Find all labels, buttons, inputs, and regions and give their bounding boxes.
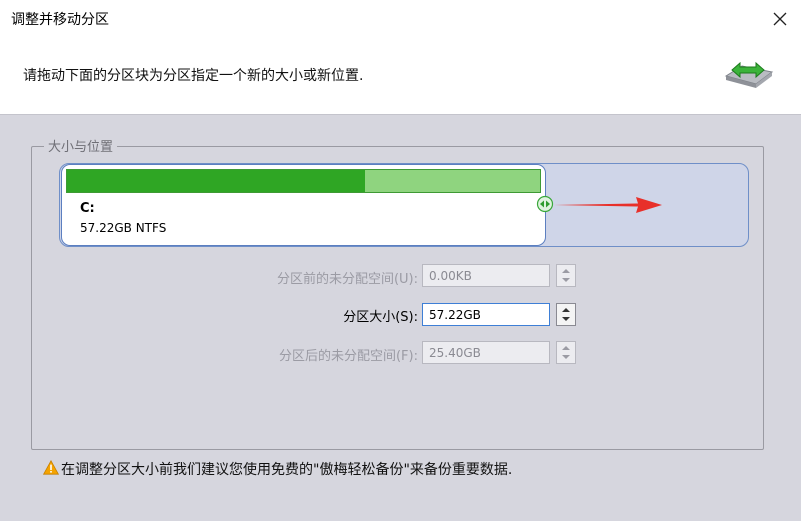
unallocated-after-spinner [556, 341, 576, 364]
unallocated-before-label: 分区前的未分配空间(U): [276, 272, 418, 287]
unallocated-after-input [422, 341, 550, 364]
usage-bar-used [67, 170, 365, 192]
spin-up-icon [562, 346, 570, 350]
close-button[interactable] [759, 0, 801, 38]
spin-down-icon [562, 278, 570, 282]
spin-up-icon [562, 269, 570, 273]
close-icon [773, 12, 787, 26]
group-legend: 大小与位置 [44, 136, 118, 155]
partition-size-label: 分区大小(S): [343, 310, 418, 325]
instruction-header: 请拖动下面的分区块为分区指定一个新的大小或新位置. [0, 38, 801, 115]
spin-down-icon[interactable] [562, 317, 570, 321]
unallocated-before-spinner [556, 264, 576, 287]
resize-move-icon [724, 61, 774, 88]
partition-letter: C: [80, 201, 95, 216]
partition-size-input[interactable] [422, 303, 550, 326]
spin-down-icon [562, 355, 570, 359]
spin-up-icon[interactable] [562, 308, 570, 312]
warning-icon [43, 460, 59, 475]
unallocated-before-input [422, 264, 550, 287]
backup-warning-text: 在调整分区大小前我们建议您使用免费的"傲梅轻松备份"来备份重要数据. [61, 462, 513, 478]
drag-direction-arrow-icon [554, 197, 662, 213]
partition-usage-bar [66, 169, 541, 193]
title-bar: 调整并移动分区 [0, 0, 801, 38]
window-title: 调整并移动分区 [11, 12, 109, 28]
resize-move-partition-dialog: 调整并移动分区 请拖动下面的分区块为分区指定一个新的大小或新位置. 大小与位置 … [0, 0, 801, 521]
partition-size-spinner[interactable] [556, 303, 576, 326]
instruction-text: 请拖动下面的分区块为分区指定一个新的大小或新位置. [23, 68, 364, 84]
unallocated-after-label: 分区后的未分配空间(F): [278, 349, 418, 364]
partition-info: 57.22GB NTFS [80, 221, 167, 235]
